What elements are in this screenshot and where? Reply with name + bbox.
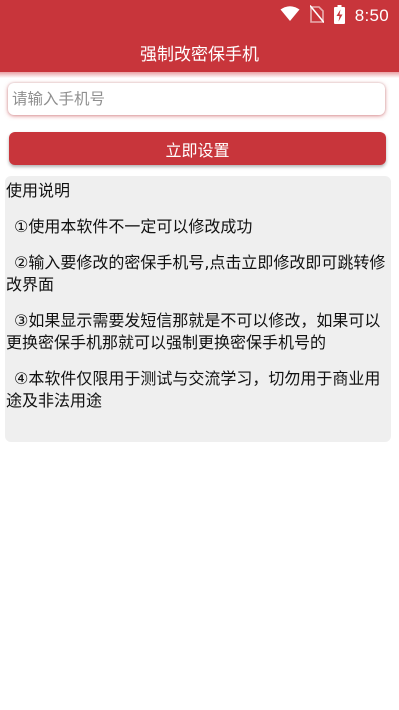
phone-number-input[interactable] — [8, 83, 385, 115]
instruction-item-1: ①使用本软件不一定可以修改成功 — [14, 217, 253, 236]
instruction-item-4: ④本软件仅限用于测试与交流学习，切勿用于商业用途及非法用途 — [6, 369, 381, 410]
instruction-item-3: ③如果显示需要发短信那就是不可以修改，如果可以更换密保手机那就可以强制更换密保手… — [6, 311, 381, 352]
battery-charging-icon — [333, 4, 345, 28]
instruction-item-2: ②输入要修改的密保手机号,点击立即修改即可跳转修改界面 — [6, 253, 386, 294]
instructions-heading: 使用说明 — [6, 181, 71, 200]
status-time: 8:50 — [354, 6, 389, 25]
app-bar: 强制改密保手机 — [0, 32, 399, 72]
instructions-panel[interactable]: 使用说明 ①使用本软件不一定可以修改成功 ②输入要修改的密保手机号,点击立即修改… — [5, 176, 391, 442]
no-sim-icon — [309, 4, 325, 27]
status-bar: 8:50 — [0, 0, 399, 32]
app-bar-shadow — [0, 72, 399, 78]
wifi-icon — [280, 6, 300, 26]
page-title: 强制改密保手机 — [140, 44, 259, 65]
set-now-button[interactable]: 立即设置 — [9, 132, 386, 165]
